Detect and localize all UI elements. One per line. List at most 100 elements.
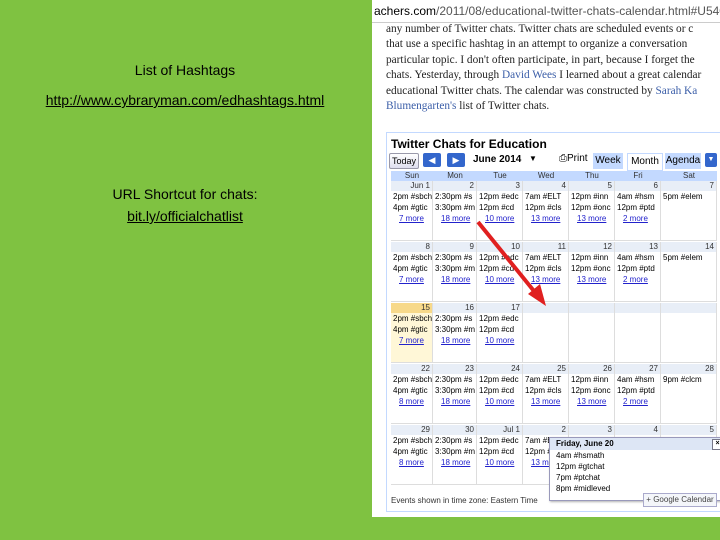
calendar-event[interactable]: 12pm #ptd bbox=[615, 263, 660, 274]
more-events-link[interactable]: 7 more bbox=[391, 335, 432, 346]
day-cell[interactable]: 23 2:30pm #s 3:30pm #m 18 more bbox=[433, 364, 477, 424]
day-cell[interactable]: 7 5pm #elem bbox=[661, 181, 717, 241]
day-cell[interactable]: 17 12pm #edc 12pm #cd 10 more bbox=[477, 303, 523, 363]
day-cell[interactable]: 4 7am #ELT 12pm #cls 13 more bbox=[523, 181, 569, 241]
day-cell[interactable]: 15 2pm #sbch 4pm #gtic 7 more bbox=[391, 303, 433, 363]
shortcut-link[interactable]: bit.ly/officialchatlist bbox=[127, 208, 243, 224]
calendar-event[interactable]: 4pm #gtic bbox=[391, 446, 432, 457]
more-events-link[interactable]: 13 more bbox=[569, 274, 614, 285]
more-events-link[interactable]: 18 more bbox=[433, 457, 476, 468]
calendar-event[interactable]: 2:30pm #s bbox=[433, 374, 476, 385]
more-events-link[interactable]: 18 more bbox=[433, 274, 476, 285]
calendar-event[interactable]: 2pm #sbch bbox=[391, 435, 432, 446]
day-cell[interactable] bbox=[661, 303, 717, 363]
more-events-link[interactable]: 2 more bbox=[615, 396, 660, 407]
calendar-event[interactable]: 2:30pm #s bbox=[433, 252, 476, 263]
calendar-event[interactable]: 2pm #sbch bbox=[391, 313, 432, 324]
day-cell[interactable]: Jul 1 12pm #edc 12pm #cd 10 more bbox=[477, 425, 523, 485]
more-events-link[interactable]: 13 more bbox=[523, 213, 568, 224]
calendar-event[interactable]: 9pm #clcm bbox=[661, 374, 716, 385]
hashtags-link[interactable]: http://www.cybraryman.com/edhashtags.htm… bbox=[46, 92, 325, 108]
day-cell[interactable]: 27 4am #hsm 12pm #ptd 2 more bbox=[615, 364, 661, 424]
calendar-event[interactable]: 12pm #edc bbox=[477, 252, 522, 263]
day-cell[interactable]: 8 2pm #sbch 4pm #gtic 7 more bbox=[391, 242, 433, 302]
day-cell[interactable]: 26 12pm #inn 12pm #onc 13 more bbox=[569, 364, 615, 424]
calendar-event[interactable]: 12pm #onc bbox=[569, 202, 614, 213]
calendar-event[interactable]: 5pm #elem bbox=[661, 191, 716, 202]
more-events-link[interactable]: 13 more bbox=[523, 396, 568, 407]
day-cell[interactable]: 12 12pm #inn 12pm #onc 13 more bbox=[569, 242, 615, 302]
more-events-link[interactable]: 10 more bbox=[477, 335, 522, 346]
calendar-event[interactable]: 12pm #cd bbox=[477, 263, 522, 274]
calendar-event[interactable]: 12pm #cls bbox=[523, 385, 568, 396]
calendar-event[interactable]: 12pm #inn bbox=[569, 191, 614, 202]
calendar-event[interactable]: 7am #ELT bbox=[523, 374, 568, 385]
calendar-event[interactable]: 12pm #onc bbox=[569, 263, 614, 274]
day-cell[interactable]: 25 7am #ELT 12pm #cls 13 more bbox=[523, 364, 569, 424]
more-events-link[interactable]: 13 more bbox=[569, 396, 614, 407]
calendar-event[interactable]: 2pm #sbch bbox=[391, 191, 432, 202]
calendar-event[interactable]: 12pm #cd bbox=[477, 202, 522, 213]
calendar-event[interactable]: 7am #ELT bbox=[523, 191, 568, 202]
address-bar[interactable]: achers.com/2011/08/educational-twitter-c… bbox=[372, 0, 720, 23]
calendar-event[interactable]: 12pm #inn bbox=[569, 252, 614, 263]
day-cell[interactable]: 24 12pm #edc 12pm #cd 10 more bbox=[477, 364, 523, 424]
day-cell[interactable]: 2 2:30pm #s 3:30pm #m 18 more bbox=[433, 181, 477, 241]
popup-event[interactable]: 12pm #gtchat bbox=[550, 461, 720, 472]
calendar-event[interactable]: 4pm #gtic bbox=[391, 385, 432, 396]
month-dropdown-icon[interactable]: ▼ bbox=[529, 154, 537, 163]
popup-event[interactable]: 4am #hsmath bbox=[550, 450, 720, 461]
calendar-event[interactable]: 4pm #gtic bbox=[391, 324, 432, 335]
calendar-event[interactable]: 12pm #cd bbox=[477, 446, 522, 457]
calendar-event[interactable]: 4am #hsm bbox=[615, 252, 660, 263]
popup-event[interactable]: 7pm #ptchat bbox=[550, 472, 720, 483]
calendar-event[interactable]: 2:30pm #s bbox=[433, 313, 476, 324]
calendar-event[interactable]: 3:30pm #m bbox=[433, 324, 476, 335]
day-cell[interactable]: 28 9pm #clcm bbox=[661, 364, 717, 424]
calendar-event[interactable]: 12pm #onc bbox=[569, 385, 614, 396]
day-cell[interactable] bbox=[523, 303, 569, 363]
day-cell[interactable]: 14 5pm #elem bbox=[661, 242, 717, 302]
calendar-event[interactable]: 12pm #edc bbox=[477, 313, 522, 324]
more-events-link[interactable]: 18 more bbox=[433, 396, 476, 407]
more-events-link[interactable]: 10 more bbox=[477, 396, 522, 407]
more-events-link[interactable]: 10 more bbox=[477, 274, 522, 285]
more-events-link[interactable]: 7 more bbox=[391, 274, 432, 285]
calendar-event[interactable]: 3:30pm #m bbox=[433, 446, 476, 457]
day-cell[interactable]: 22 2pm #sbch 4pm #gtic 8 more bbox=[391, 364, 433, 424]
tab-month[interactable]: Month bbox=[627, 153, 663, 171]
today-button[interactable]: Today bbox=[389, 153, 419, 169]
more-events-link[interactable]: 10 more bbox=[477, 213, 522, 224]
calendar-event[interactable]: 12pm #cd bbox=[477, 324, 522, 335]
day-cell[interactable]: Jun 1 2pm #sbch 4pm #gtic 7 more bbox=[391, 181, 433, 241]
calendar-event[interactable]: 2:30pm #s bbox=[433, 191, 476, 202]
more-events-link[interactable]: 2 more bbox=[615, 213, 660, 224]
more-events-link[interactable]: 2 more bbox=[615, 274, 660, 285]
day-cell[interactable]: 10 12pm #edc 12pm #cd 10 more bbox=[477, 242, 523, 302]
calendar-event[interactable]: 3:30pm #m bbox=[433, 385, 476, 396]
print-button[interactable]: ⎙Print bbox=[559, 153, 588, 164]
day-cell[interactable]: 30 2:30pm #s 3:30pm #m 18 more bbox=[433, 425, 477, 485]
day-cell[interactable] bbox=[615, 303, 661, 363]
day-cell[interactable] bbox=[569, 303, 615, 363]
more-events-link[interactable]: 18 more bbox=[433, 213, 476, 224]
next-month-button[interactable]: ▶ bbox=[447, 153, 465, 167]
calendar-event[interactable]: 12pm #ptd bbox=[615, 202, 660, 213]
day-cell[interactable]: 11 7am #ELT 12pm #cls 13 more bbox=[523, 242, 569, 302]
day-cell[interactable]: 13 4am #hsm 12pm #ptd 2 more bbox=[615, 242, 661, 302]
calendar-event[interactable]: 12pm #ptd bbox=[615, 385, 660, 396]
calendar-event[interactable]: 4pm #gtic bbox=[391, 263, 432, 274]
agenda-dropdown-icon[interactable]: ▼ bbox=[705, 153, 717, 167]
day-cell[interactable]: 16 2:30pm #s 3:30pm #m 18 more bbox=[433, 303, 477, 363]
calendar-event[interactable]: 2pm #sbch bbox=[391, 374, 432, 385]
more-events-link[interactable]: 8 more bbox=[391, 457, 432, 468]
day-cell[interactable]: 9 2:30pm #s 3:30pm #m 18 more bbox=[433, 242, 477, 302]
calendar-event[interactable]: 4am #hsm bbox=[615, 191, 660, 202]
day-cell[interactable]: 5 12pm #inn 12pm #onc 13 more bbox=[569, 181, 615, 241]
calendar-event[interactable]: 12pm #edc bbox=[477, 191, 522, 202]
more-events-link[interactable]: 7 more bbox=[391, 213, 432, 224]
calendar-event[interactable]: 12pm #edc bbox=[477, 435, 522, 446]
calendar-event[interactable]: 2:30pm #s bbox=[433, 435, 476, 446]
calendar-event[interactable]: 12pm #cls bbox=[523, 263, 568, 274]
calendar-event[interactable]: 3:30pm #m bbox=[433, 202, 476, 213]
